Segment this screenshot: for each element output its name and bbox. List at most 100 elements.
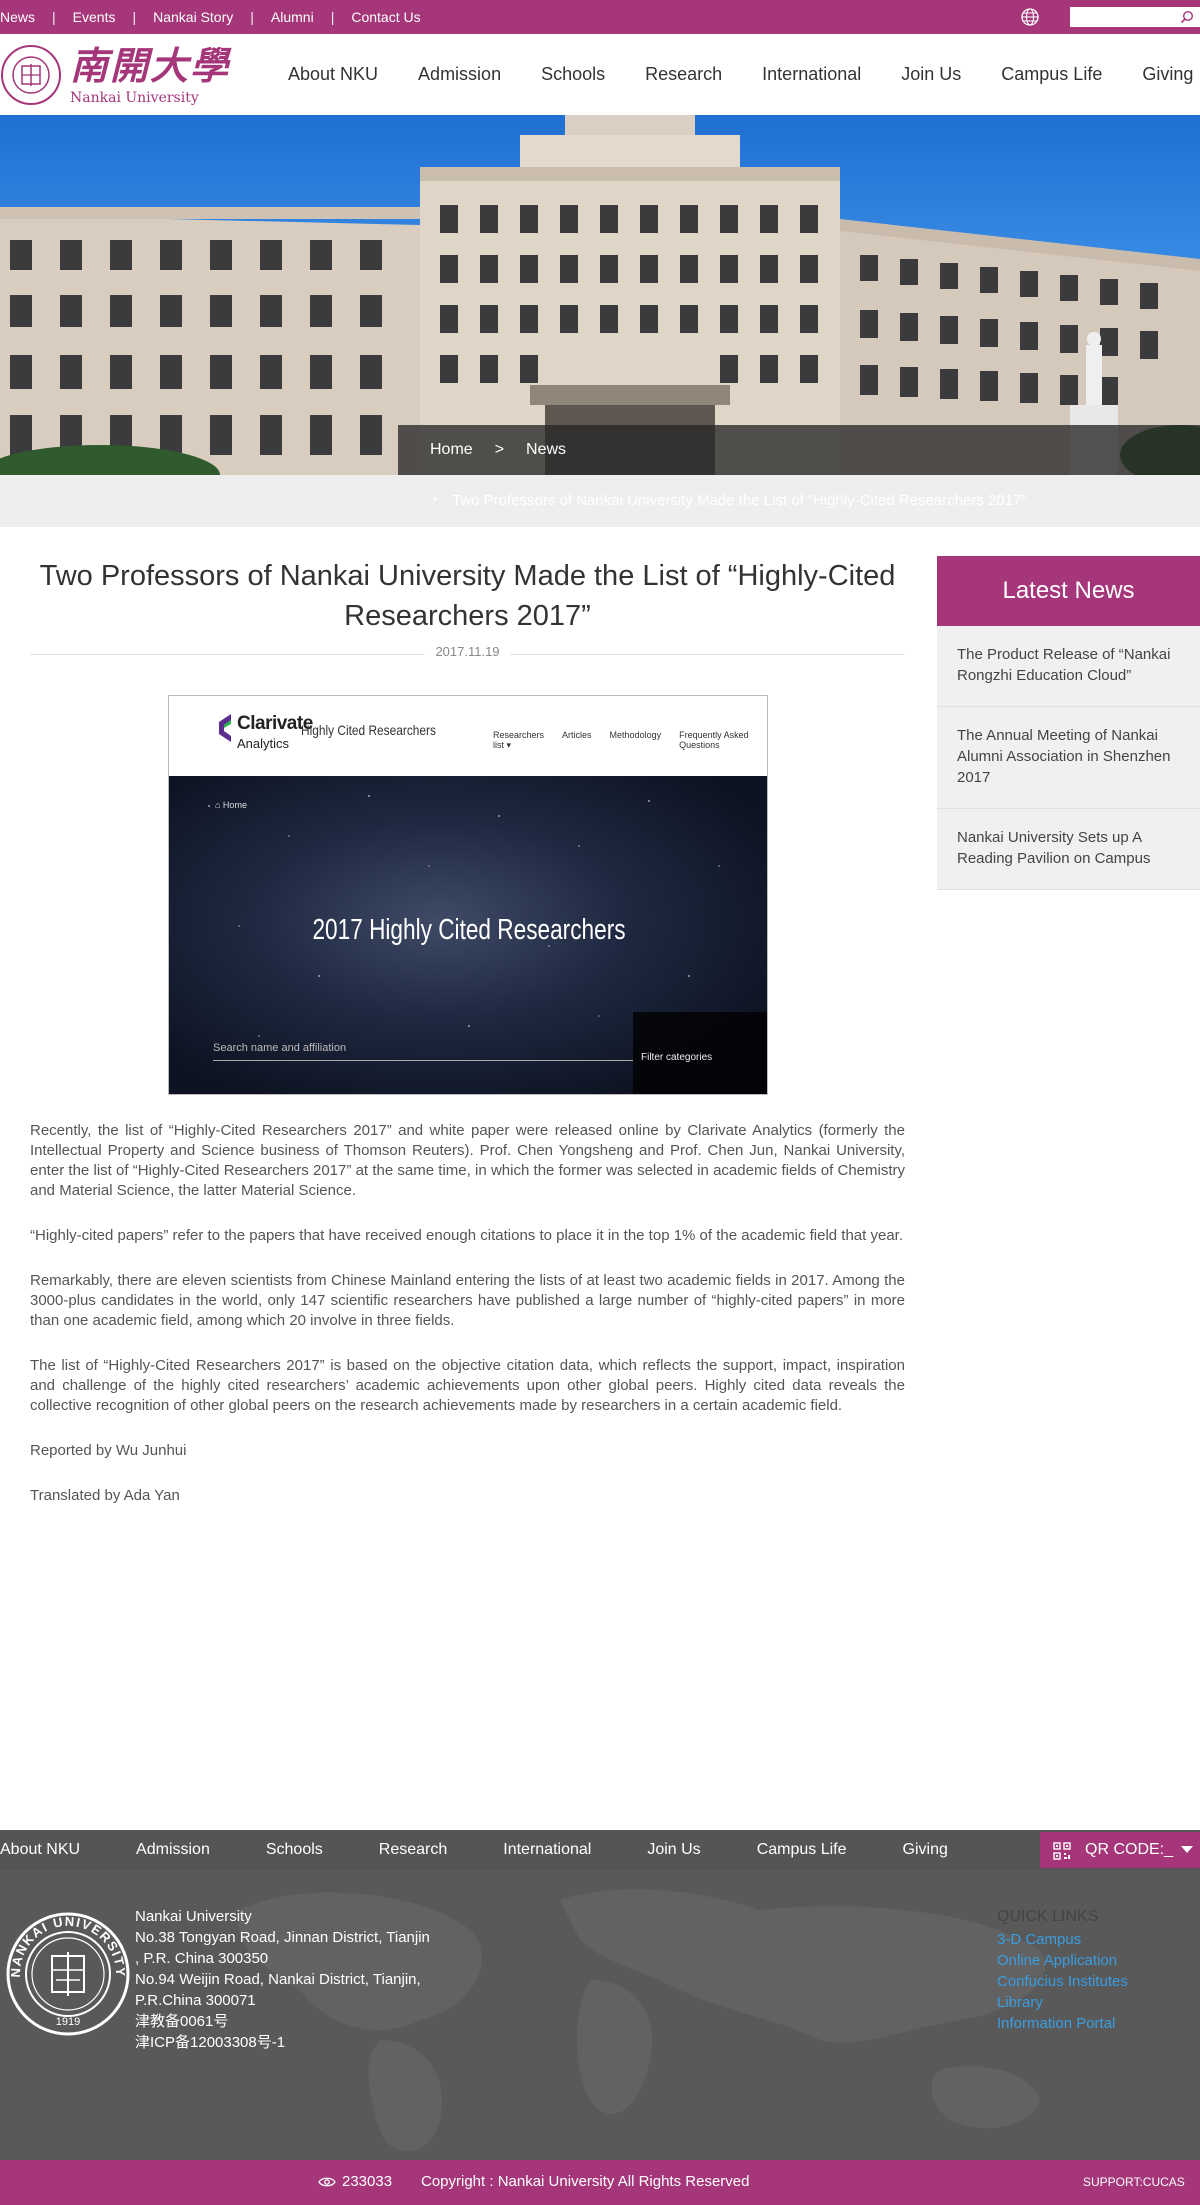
quick-link-3d-campus[interactable]: 3-D Campus bbox=[997, 1929, 1128, 1950]
footer-seal-logo: NANKAI UNIVERSITY 1919 bbox=[6, 1912, 130, 2036]
address-line[interactable]: 津教备0061号 bbox=[135, 2011, 430, 2032]
article-date-text: 2017.11.19 bbox=[425, 644, 510, 659]
qr-code-label: QR CODE:_ bbox=[1085, 1841, 1174, 1858]
top-bar: News | Events | Nankai Story | Alumni | … bbox=[0, 0, 1200, 34]
article-body: Recently, the list of “Highly-Cited Rese… bbox=[30, 1121, 905, 1531]
latest-news-list: The Product Release of “Nankai Rongzhi E… bbox=[937, 626, 1200, 890]
divider: | bbox=[52, 9, 56, 25]
eye-icon bbox=[318, 2177, 336, 2187]
qr-code-icon bbox=[1053, 1842, 1071, 1860]
article-title: Two Professors of Nankai University Made… bbox=[39, 560, 896, 632]
hero-banner: Home > News bbox=[0, 115, 1200, 475]
article-image: Clarivate Analytics Highly Cited Researc… bbox=[168, 695, 768, 1095]
image-site-menu: Researchers list ▾ Articles Methodology … bbox=[493, 730, 767, 751]
search-input[interactable] bbox=[1070, 7, 1175, 27]
university-seal-logo[interactable] bbox=[0, 44, 62, 106]
top-link-contact-us[interactable]: Contact Us bbox=[351, 9, 420, 25]
quick-link-confucius-institutes[interactable]: Confucius Institutes bbox=[997, 1971, 1128, 1992]
nav-schools[interactable]: Schools bbox=[541, 64, 605, 85]
qr-code-button[interactable]: QR CODE:_ bbox=[1040, 1832, 1200, 1868]
logo-english-name[interactable]: Nankai University bbox=[70, 90, 199, 106]
article-paragraph: The list of “Highly-Cited Researchers 20… bbox=[30, 1357, 905, 1414]
visit-counter: 233033 bbox=[342, 2173, 393, 2190]
article-translator: Translated by Ada Yan bbox=[30, 1487, 180, 1504]
quick-link-library[interactable]: Library bbox=[997, 1992, 1128, 2013]
divider: | bbox=[132, 9, 137, 25]
image-menu-item: Articles bbox=[562, 730, 592, 740]
footer-address: Nankai University No.38 Tongyan Road, Ji… bbox=[135, 1906, 430, 2053]
footer: NANKAI UNIVERSITY 1919 Nankai University… bbox=[0, 1870, 1200, 2160]
article-date: 2017.11.19 bbox=[30, 644, 905, 659]
latest-news-item[interactable]: The Product Release of “Nankai Rongzhi E… bbox=[937, 626, 1200, 707]
top-link-alumni[interactable]: Alumni bbox=[271, 9, 314, 25]
image-filter-panel: Filter categories bbox=[633, 1012, 767, 1094]
latest-news-item[interactable]: Nankai University Sets up A Reading Pavi… bbox=[937, 809, 1200, 890]
image-filter-label: Filter categories bbox=[641, 1052, 713, 1063]
latest-news-heading: Latest News bbox=[937, 556, 1200, 626]
search-box bbox=[1070, 7, 1200, 27]
breadcrumb-news[interactable]: News bbox=[526, 441, 566, 459]
image-search-field: Search name and affiliation bbox=[213, 1042, 633, 1061]
address-line: No.38 Tongyan Road, Jinnan District, Tia… bbox=[135, 1929, 430, 1946]
footer-nav-giving[interactable]: Giving bbox=[903, 1841, 948, 1859]
address-line[interactable]: 津ICP备12003308号-1 bbox=[135, 2032, 430, 2053]
top-link-events[interactable]: Events bbox=[73, 9, 116, 25]
image-logo-subtext: Analytics bbox=[237, 736, 290, 751]
bullet-icon: • bbox=[433, 492, 438, 506]
image-site-header: Clarivate Analytics Highly Cited Researc… bbox=[169, 696, 767, 776]
footer-nav-international[interactable]: International bbox=[503, 1841, 591, 1859]
top-link-nankai-story[interactable]: Nankai Story bbox=[153, 9, 233, 25]
campus-building-photo bbox=[0, 115, 1200, 475]
image-home-link: ⌂ Home bbox=[215, 800, 247, 810]
search-icon[interactable] bbox=[1180, 10, 1194, 24]
footer-nav-campus-life[interactable]: Campus Life bbox=[757, 1841, 847, 1859]
divider: | bbox=[330, 9, 335, 25]
breadcrumb: Home > News bbox=[398, 425, 1200, 475]
nav-about-nku[interactable]: About NKU bbox=[288, 64, 378, 85]
footer-nav-research[interactable]: Research bbox=[379, 1841, 447, 1859]
nav-join-us[interactable]: Join Us bbox=[901, 64, 961, 85]
sub-breadcrumb-bar: • Two Professors of Nankai University Ma… bbox=[0, 475, 1200, 527]
address-line: No.94 Weijin Road, Nankai District, Tian… bbox=[135, 1971, 421, 1988]
nav-campus-life[interactable]: Campus Life bbox=[1001, 64, 1102, 85]
main-nav: About NKU Admission Schools Research Int… bbox=[288, 34, 1200, 115]
footer-nav-about-nku[interactable]: About NKU bbox=[0, 1841, 80, 1859]
article-paragraph: “Highly-cited papers” refer to the paper… bbox=[30, 1227, 904, 1244]
quick-link-information-portal[interactable]: Information Portal bbox=[997, 2013, 1128, 2034]
breadcrumb-home[interactable]: Home bbox=[430, 441, 473, 459]
nav-admission[interactable]: Admission bbox=[418, 64, 501, 85]
article-paragraph: Recently, the list of “Highly-Cited Rese… bbox=[30, 1122, 905, 1199]
article-reporter: Reported by Wu Junhui bbox=[30, 1442, 187, 1459]
top-links: News | Events | Nankai Story | Alumni | … bbox=[0, 0, 421, 34]
support-link[interactable]: SUPPORT:CUCAS bbox=[1083, 2175, 1185, 2189]
image-headline: 2017 Highly Cited Researchers bbox=[312, 914, 626, 946]
globe-icon[interactable] bbox=[1020, 7, 1040, 27]
sub-breadcrumb-title: Two Professors of Nankai University Made… bbox=[452, 492, 1027, 509]
quick-links: 3-D Campus Online Application Confucius … bbox=[997, 1929, 1128, 2034]
logo-chinese-name[interactable]: 南開大學 bbox=[70, 44, 230, 88]
article-paragraph: Remarkably, there are eleven scientists … bbox=[30, 1272, 905, 1329]
image-menu-item: Researchers list ▾ bbox=[493, 730, 545, 750]
quick-link-online-application[interactable]: Online Application bbox=[997, 1950, 1128, 1971]
nav-giving[interactable]: Giving bbox=[1142, 64, 1193, 85]
breadcrumb-separator: > bbox=[494, 441, 505, 458]
copyright-bar: 233033 Copyright : Nankai University All… bbox=[0, 2160, 1200, 2205]
nav-research[interactable]: Research bbox=[645, 64, 722, 85]
address-line: P.R.China 300071 bbox=[135, 1992, 256, 2009]
footer-nav-join-us[interactable]: Join Us bbox=[647, 1841, 700, 1859]
image-menu-item: Frequently Asked Questions bbox=[679, 730, 749, 750]
footer-nav-admission[interactable]: Admission bbox=[136, 1841, 210, 1859]
clarivate-logo-icon bbox=[219, 714, 231, 742]
top-link-news[interactable]: News bbox=[0, 9, 35, 25]
divider: | bbox=[250, 9, 254, 25]
latest-news-item[interactable]: The Annual Meeting of Nankai Alumni Asso… bbox=[937, 707, 1200, 809]
seal-year: 1919 bbox=[56, 2016, 80, 2028]
address-line: , P.R. China 300350 bbox=[135, 1950, 269, 1967]
nav-international[interactable]: International bbox=[762, 64, 861, 85]
image-menu-item: Methodology bbox=[609, 730, 662, 740]
copyright-text: Copyright : Nankai University All Rights… bbox=[421, 2173, 750, 2190]
quick-links-title: QUICK LINKS bbox=[997, 1908, 1099, 1925]
footer-nav-schools[interactable]: Schools bbox=[266, 1841, 323, 1859]
chevron-down-icon bbox=[1181, 1846, 1193, 1853]
image-site-name: Highly Cited Researchers bbox=[301, 722, 436, 738]
